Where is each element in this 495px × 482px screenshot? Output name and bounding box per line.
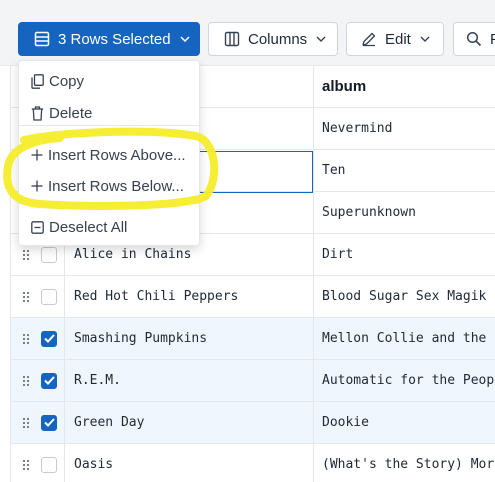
cell-artist[interactable]: R.E.M. — [64, 360, 313, 401]
drag-handle-icon[interactable] — [19, 318, 33, 359]
columns-icon — [224, 31, 240, 47]
search-label: F — [490, 31, 495, 48]
menu-divider — [19, 203, 199, 204]
drag-handle-icon[interactable] — [19, 402, 33, 443]
cell-album[interactable]: Nevermind — [313, 108, 495, 149]
cell-artist[interactable]: Oasis — [64, 444, 313, 482]
menu-item-label: Deselect All — [49, 218, 128, 236]
chevron-down-icon — [420, 36, 430, 42]
table-row[interactable]: Oasis (What's the Story) Morn — [11, 444, 495, 482]
cell-album[interactable]: Mellon Collie and the I — [313, 318, 495, 359]
row-checkbox[interactable] — [40, 360, 58, 401]
columns-button[interactable]: Columns — [208, 22, 338, 56]
menu-item-insert-rows-below[interactable]: Insert Rows Below... — [19, 172, 199, 200]
columns-label: Columns — [248, 30, 308, 48]
check-icon — [43, 418, 55, 427]
cell-artist[interactable]: Smashing Pumpkins — [64, 318, 313, 359]
plus-icon — [31, 149, 43, 161]
cell-album[interactable]: (What's the Story) Morn — [313, 444, 495, 482]
menu-item-insert-rows-above[interactable]: Insert Rows Above... — [19, 141, 199, 169]
cell-album[interactable]: Blood Sugar Sex Magik — [313, 276, 495, 317]
rows-selected-button[interactable]: 3 Rows Selected — [18, 22, 200, 56]
trash-icon — [31, 105, 44, 121]
plus-icon — [31, 180, 43, 192]
column-header-album[interactable]: album — [313, 66, 495, 107]
toolbar: 3 Rows Selected Columns Edit F — [0, 0, 495, 66]
row-checkbox[interactable] — [40, 318, 58, 359]
rows-icon — [34, 31, 50, 47]
table-row[interactable]: Smashing Pumpkins Mellon Collie and the … — [11, 318, 495, 360]
cell-album[interactable]: Automatic for the People — [313, 360, 495, 401]
cell-artist[interactable]: Green Day — [64, 402, 313, 443]
table-row[interactable]: R.E.M. Automatic for the People — [11, 360, 495, 402]
drag-handle-icon[interactable] — [19, 360, 33, 401]
edit-button[interactable]: Edit — [346, 22, 444, 56]
menu-item-label: Copy — [49, 72, 85, 90]
menu-item-deselect-all[interactable]: Deselect All — [19, 213, 199, 241]
check-icon — [43, 334, 55, 343]
chevron-down-icon — [180, 36, 190, 42]
cell-album[interactable]: Dookie — [313, 402, 495, 443]
search-icon — [466, 31, 482, 47]
menu-item-label: Insert Rows Above... — [48, 146, 186, 164]
table-row[interactable]: Green Day Dookie — [11, 402, 495, 444]
menu-item-delete[interactable]: Delete — [19, 99, 199, 127]
cell-album[interactable]: Superunknown — [313, 192, 495, 233]
check-icon — [43, 376, 55, 385]
pencil-icon — [362, 32, 376, 47]
row-checkbox[interactable] — [40, 444, 58, 482]
row-checkbox[interactable] — [40, 402, 58, 443]
rows-selected-menu: Copy Delete Insert Rows Above... Insert … — [18, 60, 200, 246]
menu-item-label: Insert Rows Below... — [48, 177, 184, 195]
menu-divider — [19, 125, 199, 126]
drag-handle-icon[interactable] — [19, 276, 33, 317]
chevron-down-icon — [316, 36, 326, 42]
menu-item-label: Delete — [49, 104, 93, 122]
edit-label: Edit — [385, 30, 411, 48]
cell-artist[interactable]: Red Hot Chili Peppers — [64, 276, 313, 317]
rows-selected-label: 3 Rows Selected — [58, 30, 171, 48]
cell-album[interactable]: Ten — [313, 150, 495, 191]
cell-album[interactable]: Dirt — [313, 234, 495, 275]
minus-square-icon — [31, 220, 44, 234]
drag-handle-icon[interactable] — [19, 444, 33, 482]
row-checkbox[interactable] — [40, 276, 58, 317]
copy-icon — [31, 73, 44, 89]
search-button[interactable]: F — [453, 22, 495, 56]
menu-item-copy[interactable]: Copy — [19, 67, 199, 95]
table-row[interactable]: Red Hot Chili Peppers Blood Sugar Sex Ma… — [11, 276, 495, 318]
